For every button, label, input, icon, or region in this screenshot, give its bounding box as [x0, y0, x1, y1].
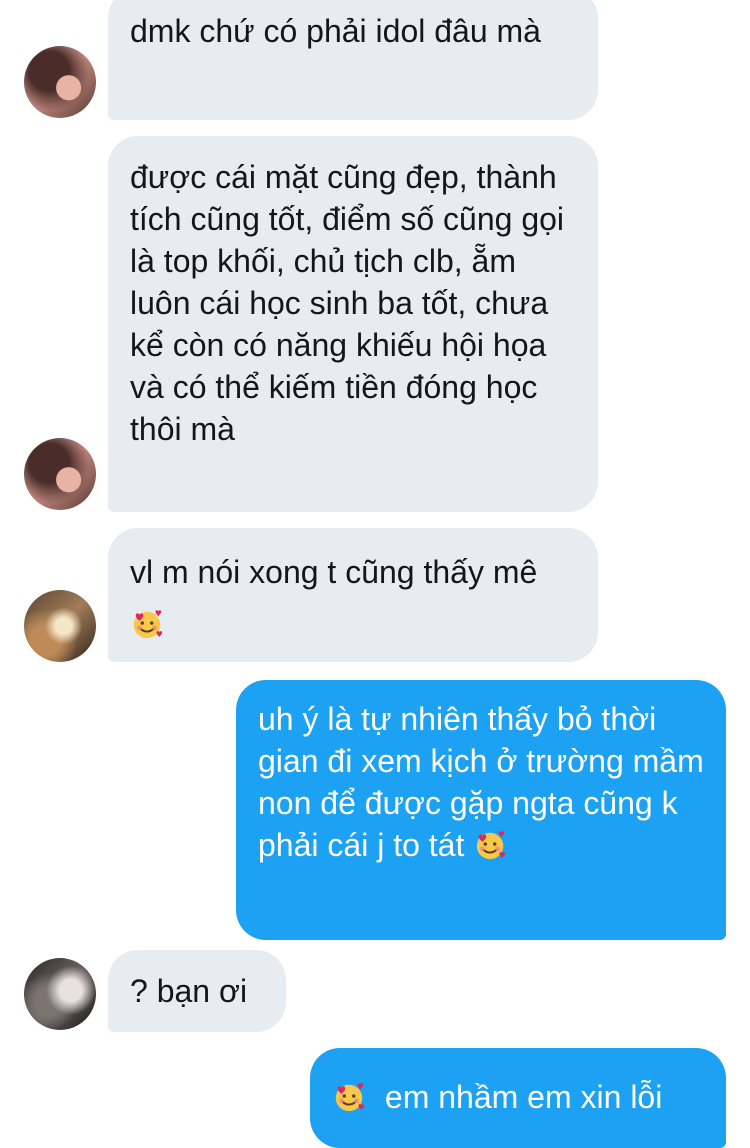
message-bubble-outgoing[interactable]: uh ý là tự nhiên thấy bỏ thời gian đi xe…	[236, 680, 726, 940]
message-text: được cái mặt cũng đẹp, thành tích cũng t…	[130, 159, 565, 447]
message-text: vl m nói xong t cũng thấy mê	[130, 554, 538, 590]
message-bubble-outgoing[interactable]: em nhầm em xin lỗi	[310, 1048, 726, 1148]
avatar[interactable]	[24, 958, 96, 1030]
avatar[interactable]	[24, 438, 96, 510]
message-bubble-incoming[interactable]: dmk chứ có phải idol đâu mà	[108, 0, 598, 120]
avatar[interactable]	[24, 590, 96, 662]
avatar[interactable]	[24, 46, 96, 118]
message-text: ? bạn ơi	[130, 973, 248, 1009]
smiling-face-with-hearts-icon	[133, 610, 163, 639]
message-bubble-incoming[interactable]: ? bạn ơi	[108, 950, 286, 1032]
message-bubble-incoming[interactable]: được cái mặt cũng đẹp, thành tích cũng t…	[108, 136, 598, 512]
smiling-face-with-hearts-icon	[335, 1083, 365, 1112]
smiling-face-with-hearts-icon	[477, 831, 506, 860]
message-text: em nhầm em xin lỗi	[384, 1079, 663, 1115]
message-text: dmk chứ có phải idol đâu mà	[130, 13, 541, 49]
message-bubble-incoming[interactable]: vl m nói xong t cũng thấy mê	[108, 528, 598, 662]
